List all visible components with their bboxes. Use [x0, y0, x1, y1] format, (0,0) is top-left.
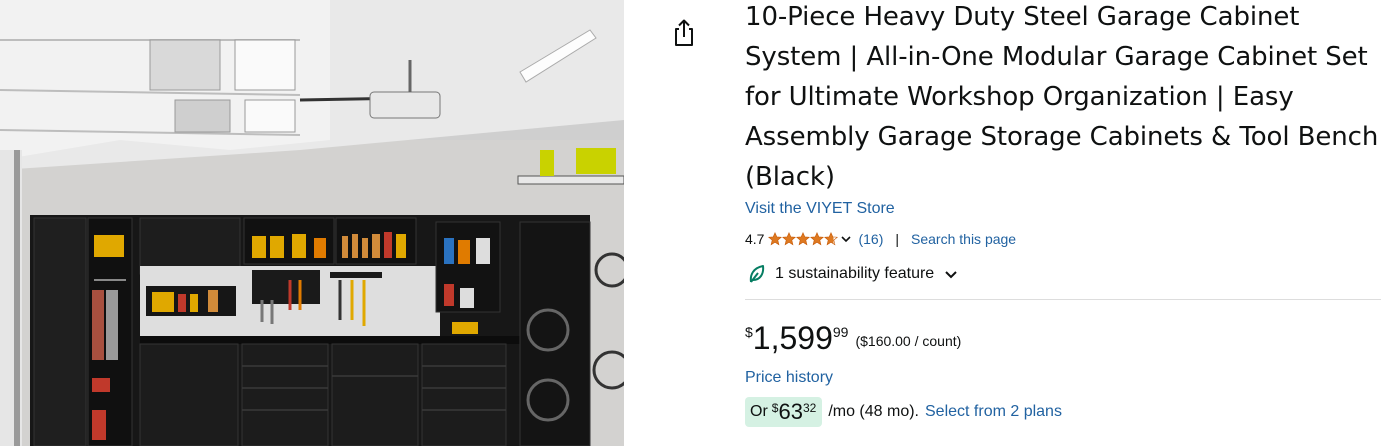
divider [745, 299, 1381, 300]
rating-value: 4.7 [745, 231, 765, 247]
share-button[interactable] [670, 16, 698, 48]
chevron-down-icon [945, 271, 957, 279]
star-icon [810, 232, 825, 246]
store-link[interactable]: Visit the VIYET Store [745, 199, 1381, 219]
sustainability-feature-toggle[interactable]: 1 sustainability feature [745, 262, 1381, 286]
star-icon [782, 232, 797, 246]
leaf-icon [749, 265, 765, 283]
price-block: $ 1,599 99 ($160.00 / count) [745, 321, 1381, 359]
share-icon [675, 19, 693, 46]
unit-price: ($160.00 / count) [855, 333, 962, 349]
select-plans-link[interactable]: Select from 2 plans [925, 397, 1062, 427]
price-currency: $ [745, 324, 753, 340]
price-whole: 1,599 [752, 320, 833, 356]
half-star-icon [824, 232, 839, 246]
monthly-currency: $ [771, 401, 779, 415]
review-count-link[interactable]: (16) [858, 231, 883, 247]
sustainability-label: 1 sustainability feature [775, 265, 935, 282]
product-title: 10-Piece Heavy Duty Steel Garage Cabinet… [745, 2, 1379, 192]
star-icon [796, 232, 811, 246]
star-rating[interactable] [768, 232, 858, 246]
product-image[interactable] [0, 0, 624, 446]
price-fraction: 99 [832, 324, 849, 340]
monthly-fraction: 32 [802, 401, 817, 415]
monthly-whole: 63 [778, 399, 803, 424]
separator: | [895, 231, 900, 247]
monthly-price-badge: Or $ 63 32 [745, 397, 823, 427]
monthly-term: /mo (48 mo). [828, 403, 919, 420]
star-icon [768, 232, 783, 246]
monthly-prefix: Or [750, 403, 768, 420]
price-history-link[interactable]: Price history [745, 369, 1381, 387]
chevron-down-icon [841, 236, 852, 243]
product-details: 10-Piece Heavy Duty Steel Garage Cabinet… [745, 0, 1381, 427]
rating-row: 4.7 (16) | Search this page [745, 228, 1381, 250]
search-this-page-link[interactable]: Search this page [911, 231, 1016, 247]
monthly-payment-row: Or $ 63 32 /mo (48 mo). Select from 2 pl… [745, 397, 1381, 427]
